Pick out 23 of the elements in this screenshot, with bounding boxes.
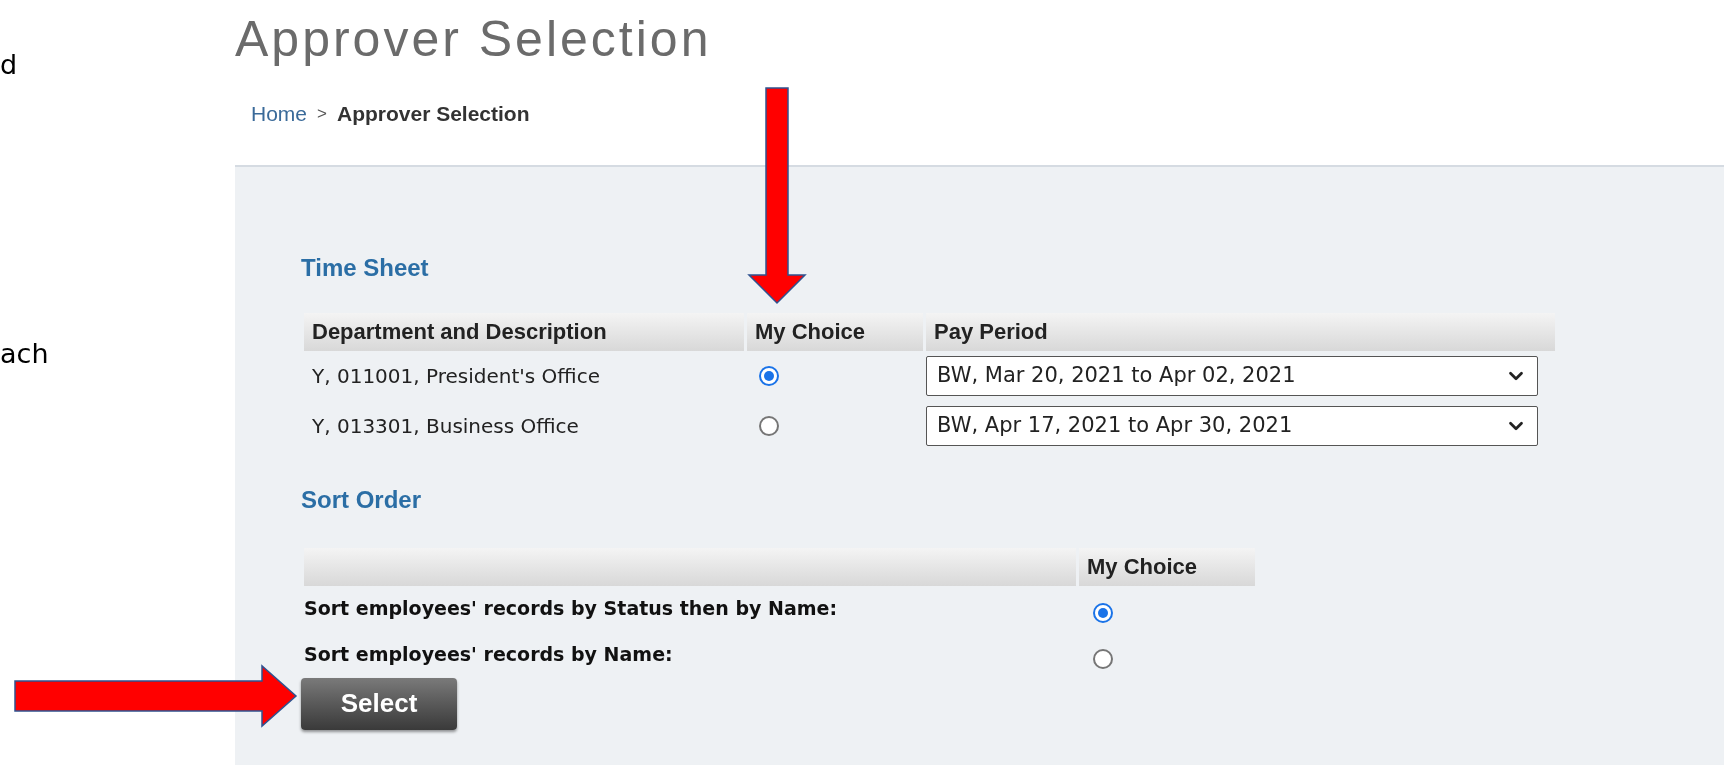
column-header: Pay Period [926,312,1555,351]
radio-button[interactable] [1093,648,1113,669]
sort-option-label: Sort employees' records by Name: [304,642,674,668]
sort-option-label: Sort employees' records by Status then by Name: [304,596,838,622]
breadcrumb-link[interactable]: Home [251,98,308,130]
section-heading: Time Sheet [301,253,430,282]
breadcrumb-current: Approver Selection [336,101,530,127]
pay-period-dropdown[interactable]: BW, Mar 20, 2021 to Apr 02, 2021 [926,355,1538,396]
column-header: My Choice [1079,547,1255,586]
side-text: d [0,48,19,82]
column-header: My Choice [747,312,923,351]
breadcrumb-separator: > [317,103,327,125]
table-cell-text: Y, 013301, Business Office [311,412,580,440]
radio-button[interactable] [759,415,779,436]
side-text: ach [0,336,50,371]
table-cell-text: Y, 011001, President's Office [311,362,601,390]
page-title: Approver Selection [235,10,713,68]
pay-period-dropdown[interactable]: BW, Apr 17, 2021 to Apr 30, 2021 [926,405,1538,446]
column-header: Department and Description [304,312,744,351]
radio-button[interactable] [759,365,779,386]
select-button[interactable]: Select [301,677,457,730]
radio-button[interactable] [1093,602,1113,623]
section-heading: Sort Order [301,485,423,514]
